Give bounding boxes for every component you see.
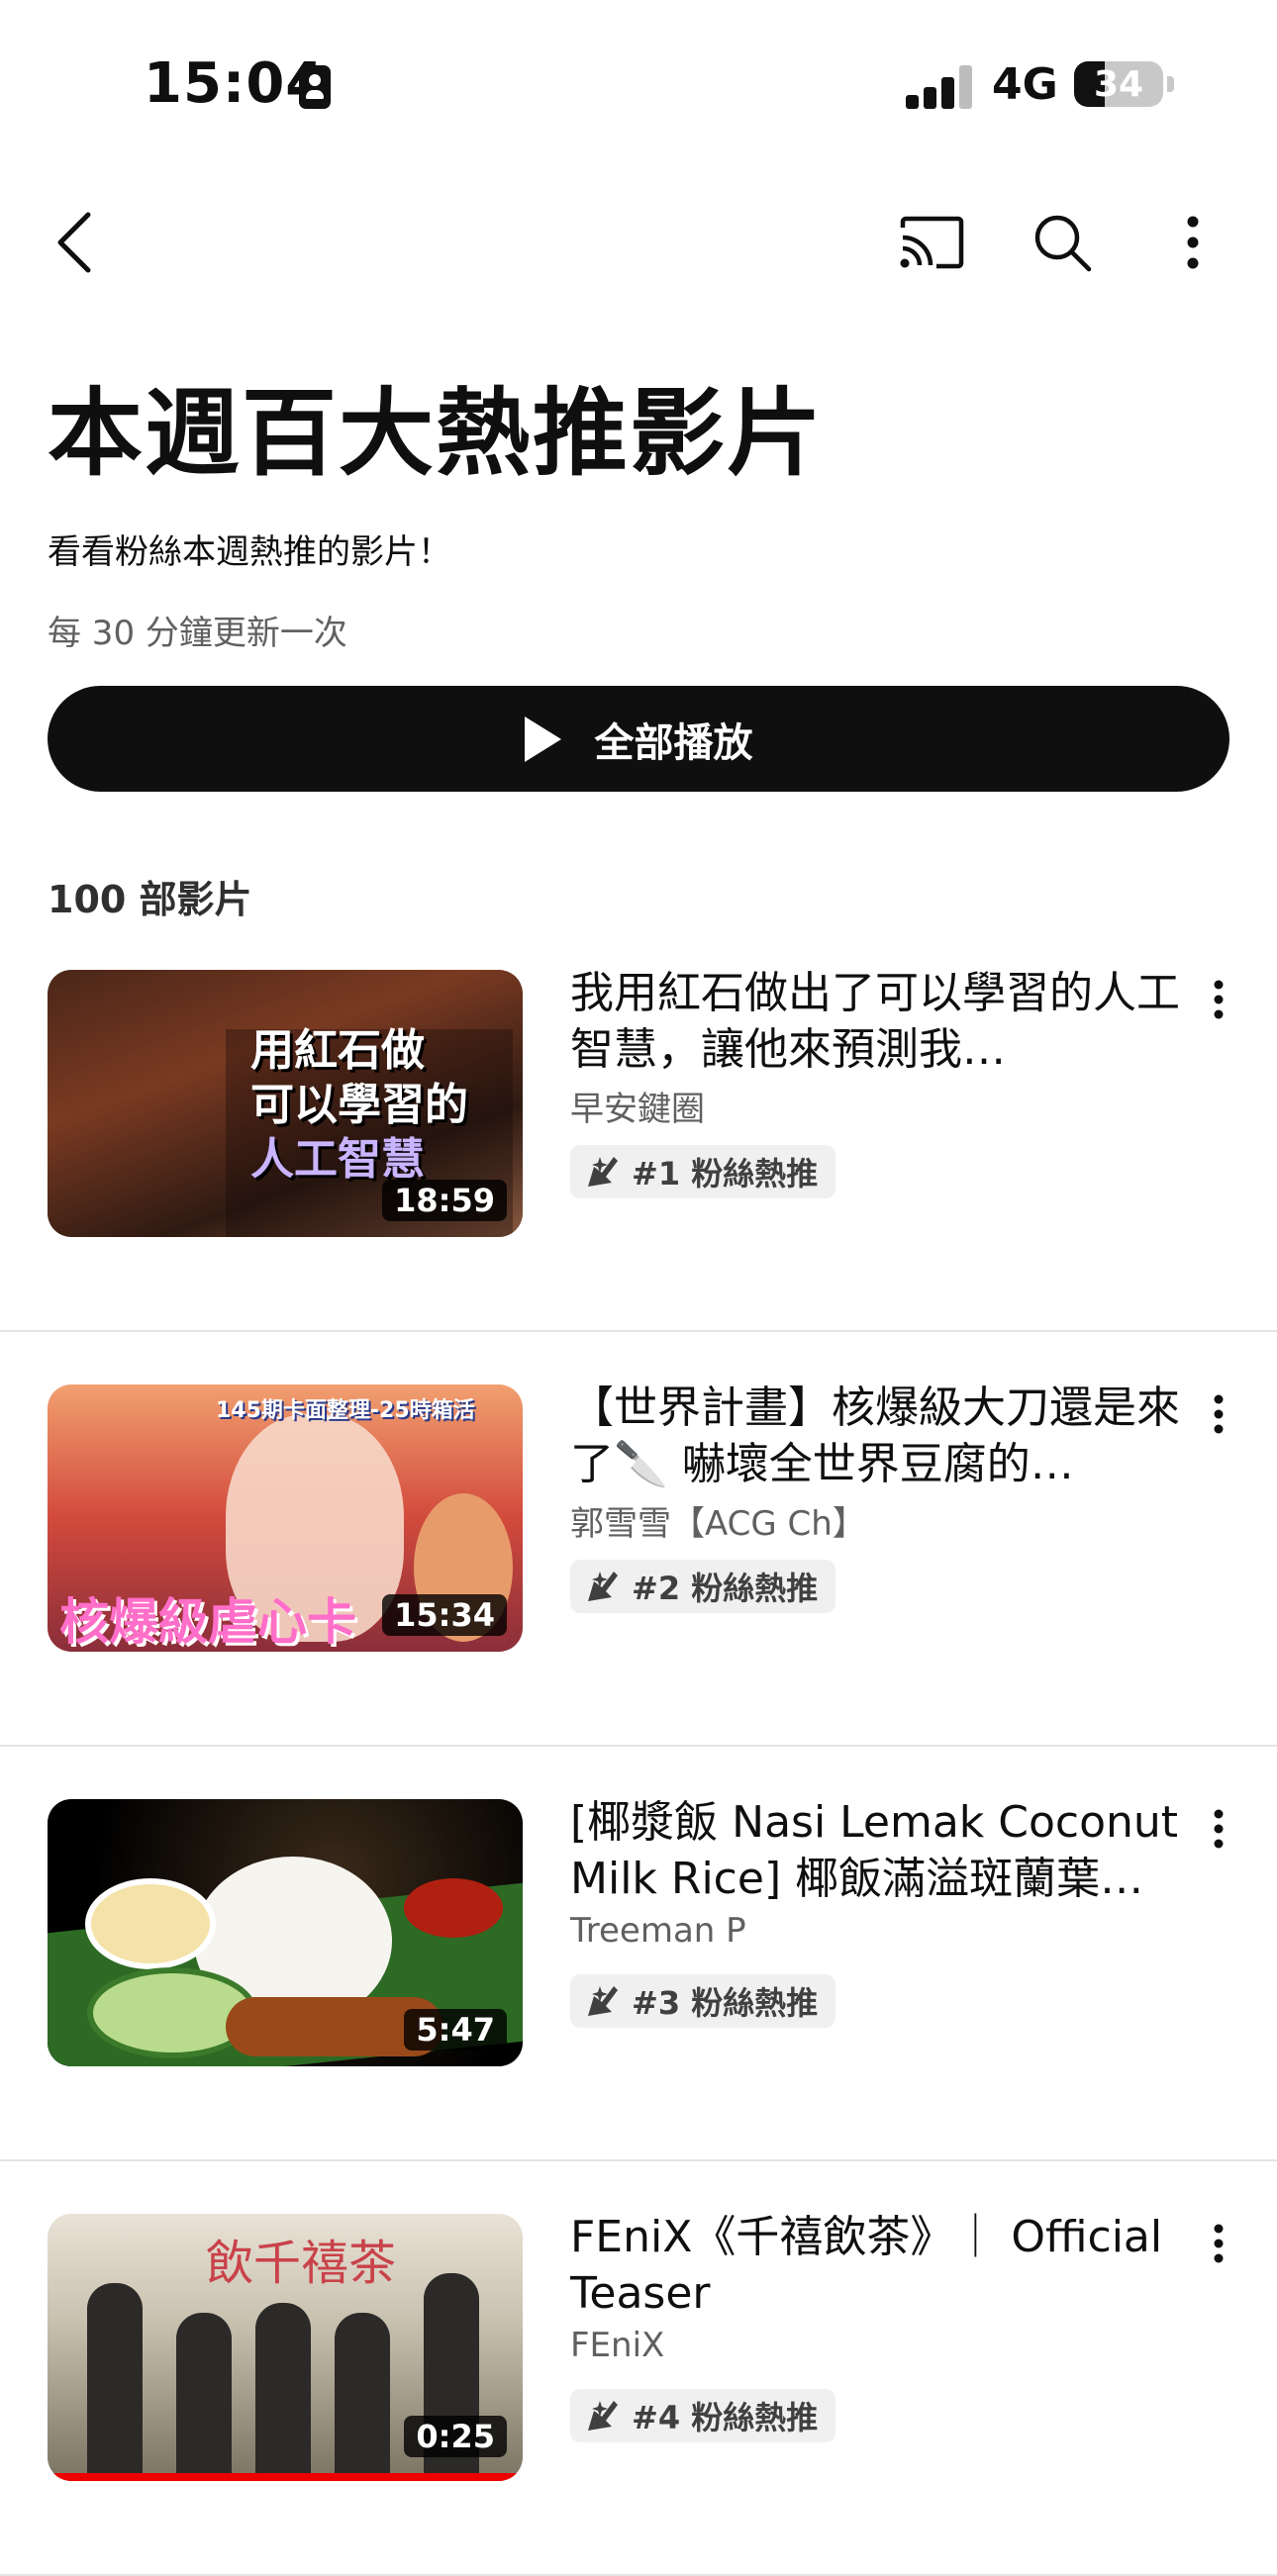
video-channel[interactable]: 早安鍵圈 bbox=[570, 1082, 705, 1130]
video-item[interactable]: 5:47 [椰漿飯 Nasi Lemak Coconut Milk Rice] … bbox=[0, 1794, 1277, 2159]
thumb-egg bbox=[85, 1878, 216, 1969]
video-title[interactable]: 【世界計畫】核爆級大刀還是來了🔪 嚇壞全世界豆腐的… bbox=[570, 1380, 1184, 1492]
chevron-left-icon bbox=[57, 212, 91, 273]
video-duration: 5:47 bbox=[404, 2009, 507, 2051]
back-button[interactable] bbox=[30, 198, 119, 287]
video-channel[interactable]: FEniX bbox=[570, 2326, 664, 2365]
cast-button[interactable] bbox=[887, 198, 976, 287]
play-icon bbox=[524, 716, 561, 762]
thumb-text: 145期卡面整理-25時箱活 bbox=[216, 1398, 475, 1423]
search-button[interactable] bbox=[1018, 198, 1107, 287]
more-vert-icon bbox=[1214, 1394, 1224, 1434]
video-item[interactable]: 用紅石做 可以學習的 人工智慧 18:59 我用紅石做出了可以學習的人工智慧，讓… bbox=[0, 965, 1277, 1330]
video-list: 用紅石做 可以學習的 人工智慧 18:59 我用紅石做出了可以學習的人工智慧，讓… bbox=[0, 965, 1277, 2576]
hype-rank-text: #2 粉絲熱推 bbox=[632, 1570, 819, 1607]
video-thumbnail[interactable]: 5:47 bbox=[48, 1799, 523, 2066]
video-item[interactable]: 145期卡面整理-25時箱活 核爆級虐心卡 15:34 【世界計畫】核爆級大刀還… bbox=[0, 1380, 1277, 1745]
divider bbox=[0, 2159, 1277, 2161]
page-title: 本週百大熱推影片 bbox=[48, 378, 824, 489]
more-vert-icon bbox=[1214, 1809, 1224, 1849]
network-type: 4G bbox=[992, 59, 1058, 110]
status-bar: 15:04 4G 34 bbox=[0, 0, 1277, 168]
thumb-text: 核爆級虐心卡 bbox=[59, 1593, 356, 1651]
hype-rank-text: #3 粉絲熱推 bbox=[632, 1984, 819, 2022]
hype-rank-badge: #4 粉絲熱推 bbox=[570, 2389, 836, 2442]
hype-rank-text: #4 粉絲熱推 bbox=[632, 2399, 819, 2436]
video-more-button[interactable] bbox=[1184, 965, 1253, 1034]
video-channel[interactable]: Treeman P bbox=[570, 1911, 746, 1951]
video-title[interactable]: 我用紅石做出了可以學習的人工智慧，讓他來預測我… bbox=[570, 965, 1184, 1078]
cellular-signal-icon bbox=[906, 63, 975, 109]
hype-rank-badge: #1 粉絲熱推 bbox=[570, 1145, 836, 1198]
hype-rank-badge: #2 粉絲熱推 bbox=[570, 1560, 836, 1613]
thumb-logo-text: 飲千禧茶 bbox=[206, 2236, 397, 2291]
battery-nub bbox=[1167, 76, 1174, 92]
more-vert-icon bbox=[1187, 216, 1199, 269]
hype-icon bbox=[588, 2401, 618, 2431]
divider bbox=[0, 1745, 1277, 1747]
video-more-button[interactable] bbox=[1184, 1380, 1253, 1449]
hype-icon bbox=[588, 1572, 618, 1601]
divider bbox=[0, 1330, 1277, 1332]
thumb-sambal bbox=[404, 1878, 503, 1938]
hype-icon bbox=[588, 1157, 618, 1187]
video-item[interactable]: 飲千禧茶 0:25 FEniX《千禧飲茶》｜ Official Teaser F… bbox=[0, 2209, 1277, 2574]
video-more-button[interactable] bbox=[1184, 1794, 1253, 1863]
thumb-person bbox=[335, 2313, 390, 2481]
hype-rank-text: #1 粉絲熱推 bbox=[632, 1155, 819, 1193]
more-vert-icon bbox=[1214, 980, 1224, 1019]
top-app-bar bbox=[0, 198, 1277, 287]
video-count: 100 部影片 bbox=[48, 878, 252, 921]
battery-icon: 34 bbox=[1074, 61, 1163, 107]
thumb-person bbox=[176, 2313, 232, 2481]
more-options-button[interactable] bbox=[1148, 198, 1237, 287]
play-all-button[interactable]: 全部播放 bbox=[48, 686, 1229, 792]
hype-rank-badge: #3 粉絲熱推 bbox=[570, 1974, 836, 2028]
status-time: 15:04 bbox=[144, 51, 326, 116]
watch-progress-bar bbox=[48, 2473, 523, 2481]
video-thumbnail[interactable]: 用紅石做 可以學習的 人工智慧 18:59 bbox=[48, 970, 523, 1237]
more-vert-icon bbox=[1214, 2224, 1224, 2263]
video-duration: 0:25 bbox=[404, 2416, 507, 2457]
video-channel[interactable]: 郭雪雪【ACG Ch】 bbox=[570, 1496, 866, 1545]
battery-percent: 34 bbox=[1093, 64, 1144, 105]
video-more-button[interactable] bbox=[1184, 2209, 1253, 2278]
video-title[interactable]: [椰漿飯 Nasi Lemak Coconut Milk Rice] 椰飯滿溢斑… bbox=[570, 1794, 1184, 1907]
thumb-person bbox=[87, 2283, 143, 2481]
video-duration: 15:34 bbox=[382, 1594, 507, 1636]
video-thumbnail[interactable]: 飲千禧茶 0:25 bbox=[48, 2214, 523, 2481]
thumb-person bbox=[255, 2303, 311, 2481]
thumb-text: 人工智慧 bbox=[250, 1134, 425, 1185]
hype-icon bbox=[588, 1986, 618, 2016]
video-duration: 18:59 bbox=[382, 1180, 507, 1221]
page-subtitle: 看看粉絲本週熱推的影片！ bbox=[48, 532, 451, 572]
video-thumbnail[interactable]: 145期卡面整理-25時箱活 核爆級虐心卡 15:34 bbox=[48, 1384, 523, 1652]
update-note: 每 30 分鐘更新一次 bbox=[48, 614, 347, 653]
cast-icon bbox=[900, 216, 964, 269]
video-title[interactable]: FEniX《千禧飲茶》｜ Official Teaser bbox=[570, 2209, 1184, 2322]
play-all-label: 全部播放 bbox=[594, 719, 753, 766]
search-icon bbox=[1034, 215, 1092, 272]
id-card-icon bbox=[299, 65, 331, 109]
